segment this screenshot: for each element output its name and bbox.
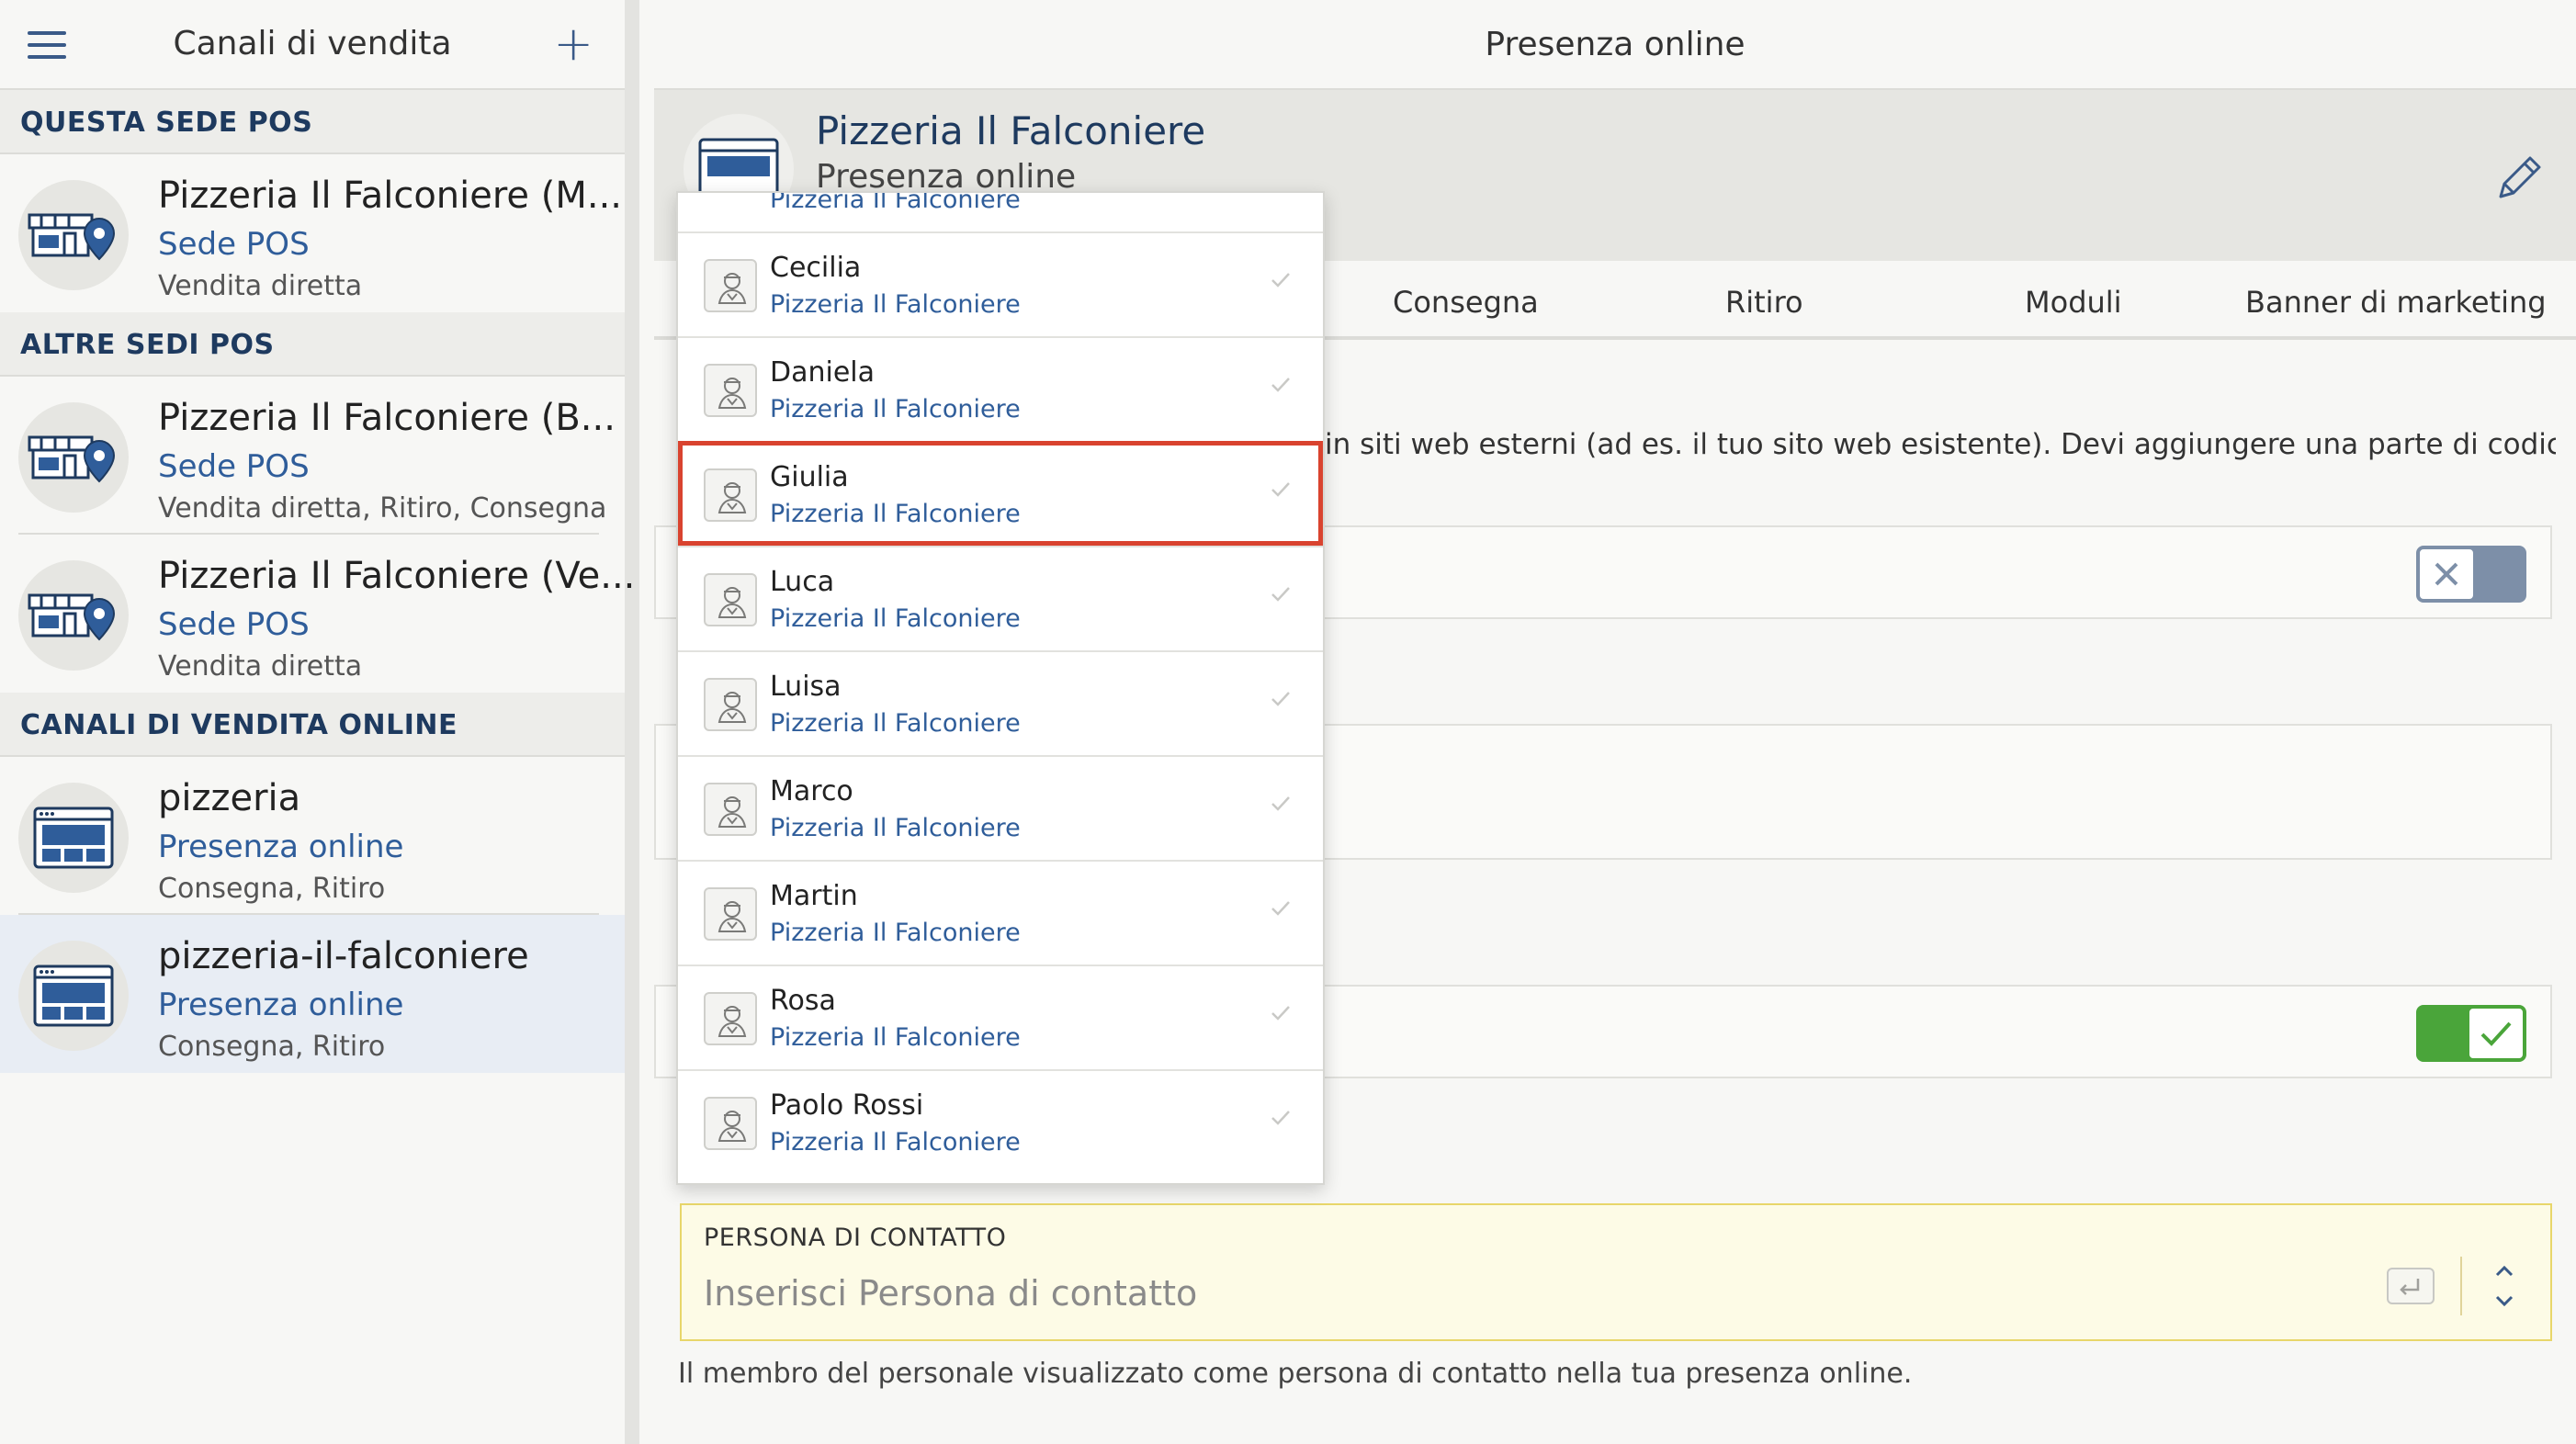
check-icon xyxy=(1270,268,1292,290)
sidebar-header: Canali di vendita + xyxy=(0,0,625,90)
dropdown-item-rosa[interactable]: Rosa Pizzeria Il Falconiere xyxy=(678,965,1323,1069)
dropdown-item-martin[interactable]: Martin Pizzeria Il Falconiere xyxy=(678,860,1323,965)
item-meta: Consegna, Ritiro xyxy=(158,873,386,905)
check-icon xyxy=(1270,1106,1292,1128)
dropdown-item-location: Pizzeria Il Falconiere xyxy=(770,395,1021,423)
dropdown-item-name: Martin xyxy=(770,880,858,912)
item-name: pizzeria-il-falconiere xyxy=(158,935,529,977)
dropdown-item-location: Pizzeria Il Falconiere xyxy=(770,290,1021,319)
dropdown-item-luca[interactable]: Luca Pizzeria Il Falconiere xyxy=(678,546,1323,650)
sidebar-item-pizzeria[interactable]: pizzeria Presenza online Consegna, Ritir… xyxy=(0,757,625,915)
check-icon xyxy=(1270,1001,1292,1023)
sidebar: Canali di vendita + QUESTA SEDE POS Pizz… xyxy=(0,0,639,1444)
item-meta: Consegna, Ritiro xyxy=(158,1031,386,1063)
sidebar-item-pos-ve[interactable]: Pizzeria Il Falconiere (Ve... Sede POS V… xyxy=(0,535,635,693)
banner-subtitle: Presenza online xyxy=(816,158,1077,196)
dropdown-item-location: Pizzeria Il Falconiere xyxy=(770,500,1021,528)
dropdown-item-location: Pizzeria Il Falconiere xyxy=(770,1128,1021,1156)
dropdown-item-location: Pizzeria Il Falconiere xyxy=(770,709,1021,738)
plus-icon[interactable]: + xyxy=(553,20,593,68)
section-header: CANALI DI VENDITA ONLINE xyxy=(0,693,625,757)
main-header-title: Presenza online xyxy=(654,0,2576,90)
contact-person-label: PERSONA DI CONTATTO xyxy=(704,1224,1007,1252)
item-meta: Vendita diretta xyxy=(158,650,363,683)
section-header: QUESTA SEDE POS xyxy=(0,90,625,154)
dropdown-item-paolo-rossi[interactable]: Paolo Rossi Pizzeria Il Falconiere xyxy=(678,1069,1323,1174)
dropdown-item-cecilia[interactable]: Cecilia Pizzeria Il Falconiere xyxy=(678,231,1323,336)
item-type: Sede POS xyxy=(158,606,310,643)
pencil-icon[interactable] xyxy=(2491,151,2547,206)
contact-person-field: PERSONA DI CONTATTO xyxy=(680,1203,2552,1341)
staff-person-icon xyxy=(704,259,757,312)
dropdown-item-name: Paolo Rossi xyxy=(770,1089,924,1122)
item-meta: Vendita diretta xyxy=(158,270,363,302)
staff-person-icon xyxy=(704,992,757,1045)
sidebar-item-pos-m[interactable]: Pizzeria Il Falconiere (M... Sede POS Ve… xyxy=(0,154,625,312)
item-name: Pizzeria Il Falconiere (Ve... xyxy=(158,555,636,597)
contact-person-dropdown: Pizzeria Il Falconiere Cecilia Pizzeria I… xyxy=(676,191,1325,1185)
staff-person-icon xyxy=(704,887,757,941)
website-icon xyxy=(18,941,129,1051)
item-type: Presenza online xyxy=(158,829,404,865)
check-icon xyxy=(1270,373,1292,395)
chevron-updown-icon[interactable] xyxy=(2486,1258,2523,1314)
store-location-icon xyxy=(18,402,129,513)
staff-person-icon xyxy=(704,1097,757,1150)
store-location-icon xyxy=(18,180,129,290)
check-icon xyxy=(1270,582,1292,604)
dropdown-item-name: Luisa xyxy=(770,671,842,703)
check-icon xyxy=(1270,897,1292,919)
dropdown-item-location: Pizzeria Il Falconiere xyxy=(770,604,1021,633)
check-icon xyxy=(1270,687,1292,709)
dropdown-item-name: Giulia xyxy=(770,461,849,493)
staff-person-icon xyxy=(704,783,757,836)
dropdown-item-name: Marco xyxy=(770,775,853,807)
sidebar-item-pizzeria-il-falconiere[interactable]: pizzeria-il-falconiere Presenza online C… xyxy=(0,915,625,1073)
item-meta: Vendita diretta, Ritiro, Consegna xyxy=(158,492,607,525)
dropdown-item-name: Luca xyxy=(770,566,835,598)
staff-person-icon xyxy=(704,573,757,626)
dropdown-item-marco[interactable]: Marco Pizzeria Il Falconiere xyxy=(678,755,1323,860)
tab-moduli[interactable]: Moduli xyxy=(2025,285,2122,320)
dropdown-item-daniela[interactable]: Daniela Pizzeria Il Falconiere xyxy=(678,336,1323,441)
dropdown-partial-item: Pizzeria Il Falconiere xyxy=(770,191,1021,214)
item-type: Presenza online xyxy=(158,987,404,1023)
dropdown-item-giulia[interactable]: Giulia Pizzeria Il Falconiere xyxy=(678,441,1323,546)
close-icon xyxy=(2435,562,2458,586)
embed-description: in siti web esterni (ad es. il tuo sito … xyxy=(1325,428,2556,461)
store-location-icon xyxy=(18,560,129,671)
check-icon xyxy=(2480,1021,2512,1046)
dropdown-item-name: Daniela xyxy=(770,356,876,389)
dropdown-item-location: Pizzeria Il Falconiere xyxy=(770,919,1021,947)
tab-consegna[interactable]: Consegna xyxy=(1393,285,1539,320)
staff-person-icon xyxy=(704,678,757,731)
dropdown-item-location: Pizzeria Il Falconiere xyxy=(770,814,1021,842)
item-type: Sede POS xyxy=(158,226,310,263)
banner-title: Pizzeria Il Falconiere xyxy=(816,108,1206,153)
check-icon xyxy=(1270,792,1292,814)
item-name: Pizzeria Il Falconiere (M... xyxy=(158,175,623,217)
dropdown-item-name: Rosa xyxy=(770,985,836,1017)
staff-person-icon xyxy=(704,364,757,417)
section-header: ALTRE SEDI POS xyxy=(0,312,625,377)
item-type: Sede POS xyxy=(158,448,310,485)
contact-person-help: Il membro del personale visualizzato com… xyxy=(678,1358,1913,1390)
dropdown-item-luisa[interactable]: Luisa Pizzeria Il Falconiere xyxy=(678,650,1323,755)
contact-person-input[interactable] xyxy=(704,1266,2137,1321)
check-icon xyxy=(1270,478,1292,500)
website-icon xyxy=(18,783,129,893)
item-name: Pizzeria Il Falconiere (B... xyxy=(158,397,616,439)
dropdown-item-name: Cecilia xyxy=(770,252,862,284)
toggle-switch-off[interactable] xyxy=(2416,546,2526,603)
dropdown-item-location: Pizzeria Il Falconiere xyxy=(770,1023,1021,1052)
sidebar-item-pos-b[interactable]: Pizzeria Il Falconiere (B... Sede POS Ve… xyxy=(0,377,625,535)
toggle-switch-on[interactable] xyxy=(2416,1005,2526,1062)
item-name: pizzeria xyxy=(158,777,301,819)
staff-person-icon xyxy=(704,468,757,522)
tab-ritiro[interactable]: Ritiro xyxy=(1725,285,1803,320)
sidebar-title: Canali di vendita xyxy=(173,25,452,62)
enter-key-icon[interactable] xyxy=(2387,1268,2435,1304)
tab-banner-di-marketing[interactable]: Banner di marketing xyxy=(2245,285,2547,320)
